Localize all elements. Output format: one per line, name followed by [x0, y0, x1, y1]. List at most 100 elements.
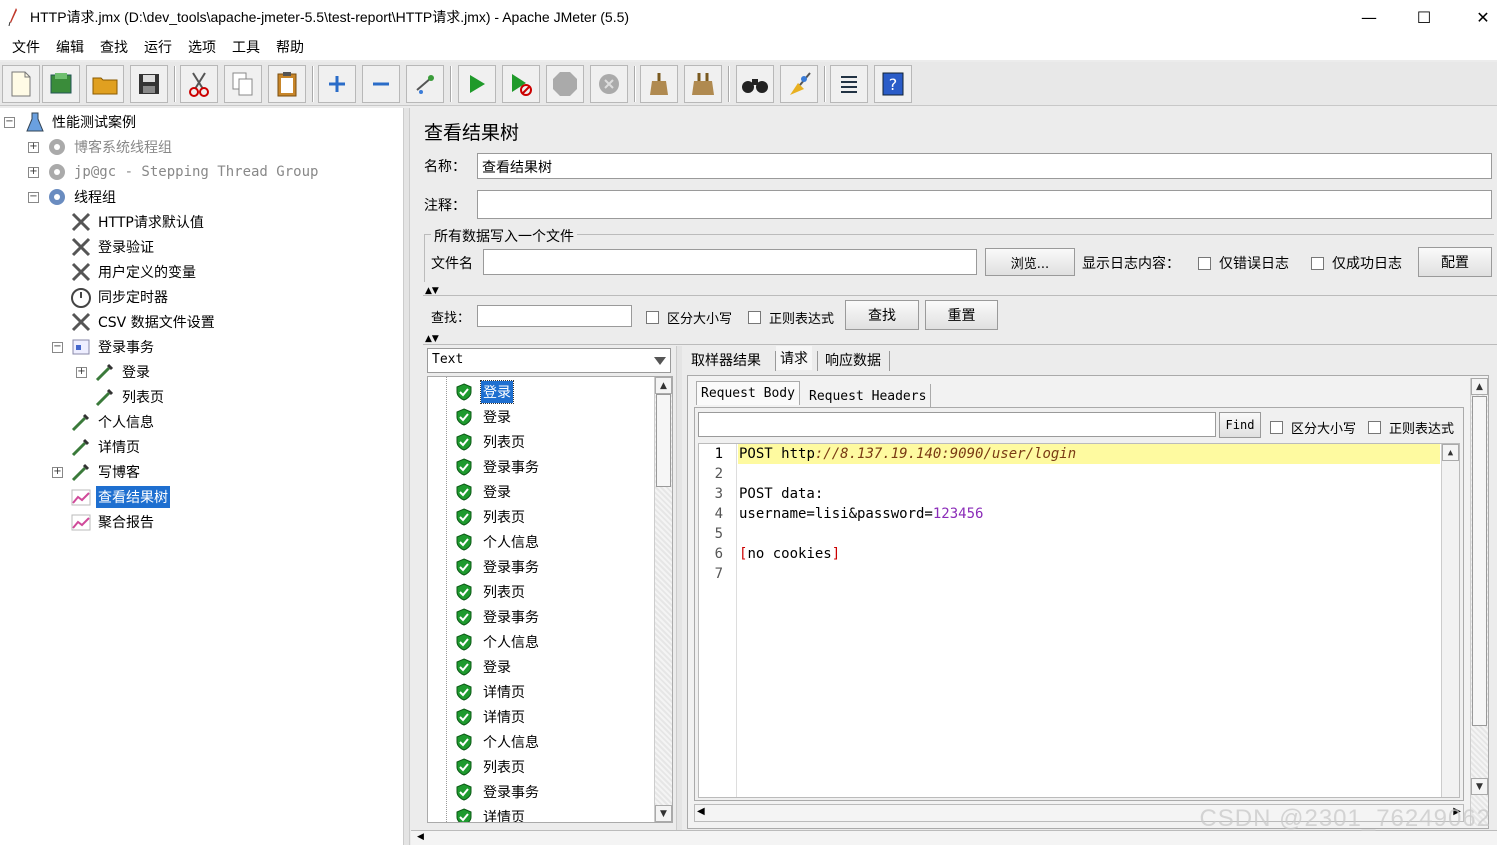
- request-scroll-thumb[interactable]: [1472, 396, 1487, 726]
- errors-only-checkbox[interactable]: 仅错误日志: [1198, 253, 1289, 273]
- filename-input[interactable]: [483, 249, 977, 275]
- open-button[interactable]: [86, 65, 124, 103]
- new-button[interactable]: [2, 65, 40, 103]
- result-item[interactable]: 登录事务: [456, 779, 541, 804]
- result-item[interactable]: 列表页: [456, 754, 527, 779]
- results-scroll-thumb[interactable]: [656, 394, 671, 487]
- reset-button[interactable]: 重置: [925, 300, 998, 330]
- expand-all-button[interactable]: [318, 65, 356, 103]
- result-item[interactable]: 登录事务: [456, 454, 541, 479]
- stop-button[interactable]: [546, 65, 584, 103]
- cut-button[interactable]: [180, 65, 218, 103]
- tree-node-login-transaction[interactable]: 登录事务: [70, 335, 156, 359]
- result-item[interactable]: 登录: [456, 479, 513, 504]
- start-no-pauses-button[interactable]: [502, 65, 540, 103]
- menu-help[interactable]: 帮助: [268, 37, 312, 57]
- tab-request-body[interactable]: Request Body: [696, 381, 800, 405]
- tree-node-sync-timer[interactable]: 同步定时器: [70, 285, 170, 309]
- tree-expand-write-blog[interactable]: +: [52, 467, 63, 478]
- tree-node-profile-sampler[interactable]: 个人信息: [70, 410, 156, 434]
- request-case-checkbox[interactable]: 区分大小写: [1270, 418, 1356, 437]
- result-item[interactable]: 登录事务: [456, 604, 541, 629]
- function-helper-button[interactable]: [830, 65, 868, 103]
- menu-edit[interactable]: 编辑: [48, 37, 92, 57]
- results-scrollbar[interactable]: ▲ ▼: [654, 377, 672, 822]
- toggle-button[interactable]: [406, 65, 444, 103]
- scroll-up-icon[interactable]: ▲: [1471, 378, 1488, 395]
- result-item[interactable]: 个人信息: [456, 529, 541, 554]
- search-submit-button[interactable]: 查找: [845, 300, 919, 330]
- tab-response-data[interactable]: 响应数据: [821, 348, 885, 372]
- help-button[interactable]: ?: [874, 65, 912, 103]
- tree-expand-stepping-group[interactable]: +: [28, 167, 39, 178]
- close-button[interactable]: ✕: [1460, 0, 1497, 34]
- search-regex-checkbox[interactable]: 正则表达式: [748, 308, 834, 327]
- tree-collapse-login-transaction[interactable]: −: [52, 342, 63, 353]
- tree-node-blog-thread-group[interactable]: 博客系统线程组: [46, 135, 174, 159]
- tree-collapse-thread-group[interactable]: −: [28, 192, 39, 203]
- result-item[interactable]: 个人信息: [456, 729, 541, 754]
- renderer-select[interactable]: Text: [427, 348, 671, 373]
- result-item[interactable]: 详情页: [456, 679, 527, 704]
- maximize-button[interactable]: ☐: [1401, 0, 1447, 34]
- tree-node-list-sampler[interactable]: 列表页: [94, 385, 166, 409]
- request-body-editor[interactable]: 1 POST http://8.137.19.140:9090/user/log…: [698, 443, 1460, 798]
- search-button[interactable]: [736, 65, 774, 103]
- scroll-down-icon[interactable]: ▼: [655, 805, 672, 822]
- configure-button[interactable]: 配置: [1418, 247, 1492, 277]
- scroll-down-icon[interactable]: ▼: [1471, 778, 1488, 795]
- tree-node-write-blog-sampler[interactable]: 写博客: [70, 460, 142, 484]
- menu-run[interactable]: 运行: [136, 37, 180, 57]
- tree-splitter[interactable]: [404, 108, 410, 845]
- tree-node-aggregate-report[interactable]: 聚合报告: [70, 510, 156, 534]
- browse-button[interactable]: 浏览...: [985, 248, 1075, 276]
- result-item[interactable]: 列表页: [456, 579, 527, 604]
- start-button[interactable]: [458, 65, 496, 103]
- shutdown-button[interactable]: [590, 65, 628, 103]
- request-regex-checkbox[interactable]: 正则表达式: [1368, 418, 1454, 437]
- paste-button[interactable]: [268, 65, 306, 103]
- result-item[interactable]: 登录事务: [456, 554, 541, 579]
- templates-button[interactable]: [42, 65, 80, 103]
- tree-expand-login[interactable]: +: [76, 367, 87, 378]
- tab-request-headers[interactable]: Request Headers: [805, 384, 932, 408]
- clear-all-button[interactable]: [684, 65, 722, 103]
- tree-node-root[interactable]: 性能测试案例: [24, 110, 138, 134]
- scroll-up-icon[interactable]: ▲: [1442, 444, 1459, 461]
- tree-node-thread-group[interactable]: 线程组: [46, 185, 118, 209]
- menu-file[interactable]: 文件: [4, 37, 48, 57]
- editor-scrollbar[interactable]: ▲: [1441, 444, 1459, 797]
- scroll-left-icon[interactable]: ◀: [697, 806, 705, 817]
- tree-node-login-sampler[interactable]: 登录: [94, 360, 152, 384]
- menu-options[interactable]: 选项: [180, 37, 224, 57]
- tree-node-view-results-tree[interactable]: 查看结果树: [70, 485, 170, 509]
- scroll-up-icon[interactable]: ▲: [655, 377, 672, 394]
- tree-node-stepping-thread-group[interactable]: jp@gc - Stepping Thread Group: [46, 160, 320, 184]
- collapse-all-button[interactable]: [362, 65, 400, 103]
- search-input[interactable]: [477, 305, 632, 327]
- request-vertical-scrollbar[interactable]: ▲ ▼: [1470, 378, 1488, 826]
- results-splitter[interactable]: [676, 346, 682, 845]
- tab-request[interactable]: 请求: [776, 346, 812, 370]
- clear-button[interactable]: [640, 65, 678, 103]
- reset-search-button[interactable]: [780, 65, 818, 103]
- result-item[interactable]: 列表页: [456, 504, 527, 529]
- result-item[interactable]: 登录: [456, 379, 514, 404]
- menu-search[interactable]: 查找: [92, 37, 136, 57]
- tree-node-user-vars[interactable]: 用户定义的变量: [70, 260, 198, 284]
- tab-sampler-result[interactable]: 取样器结果: [687, 348, 765, 372]
- scroll-left-icon[interactable]: ◀: [417, 832, 424, 842]
- tree-collapse-root[interactable]: −: [4, 117, 15, 128]
- tree-node-http-defaults[interactable]: HTTP请求默认值: [70, 210, 206, 234]
- request-find-button[interactable]: Find: [1219, 412, 1261, 438]
- result-item[interactable]: 列表页: [456, 429, 527, 454]
- search-case-checkbox[interactable]: 区分大小写: [646, 308, 732, 327]
- copy-button[interactable]: [224, 65, 262, 103]
- result-item[interactable]: 登录: [456, 654, 513, 679]
- minimize-button[interactable]: —: [1346, 0, 1392, 34]
- tree-node-login-check[interactable]: 登录验证: [70, 235, 156, 259]
- menu-tools[interactable]: 工具: [224, 37, 268, 57]
- collapse-arrows-icon[interactable]: ▲▼: [425, 334, 439, 344]
- result-item[interactable]: 详情页: [456, 704, 527, 729]
- request-find-input[interactable]: [698, 412, 1216, 437]
